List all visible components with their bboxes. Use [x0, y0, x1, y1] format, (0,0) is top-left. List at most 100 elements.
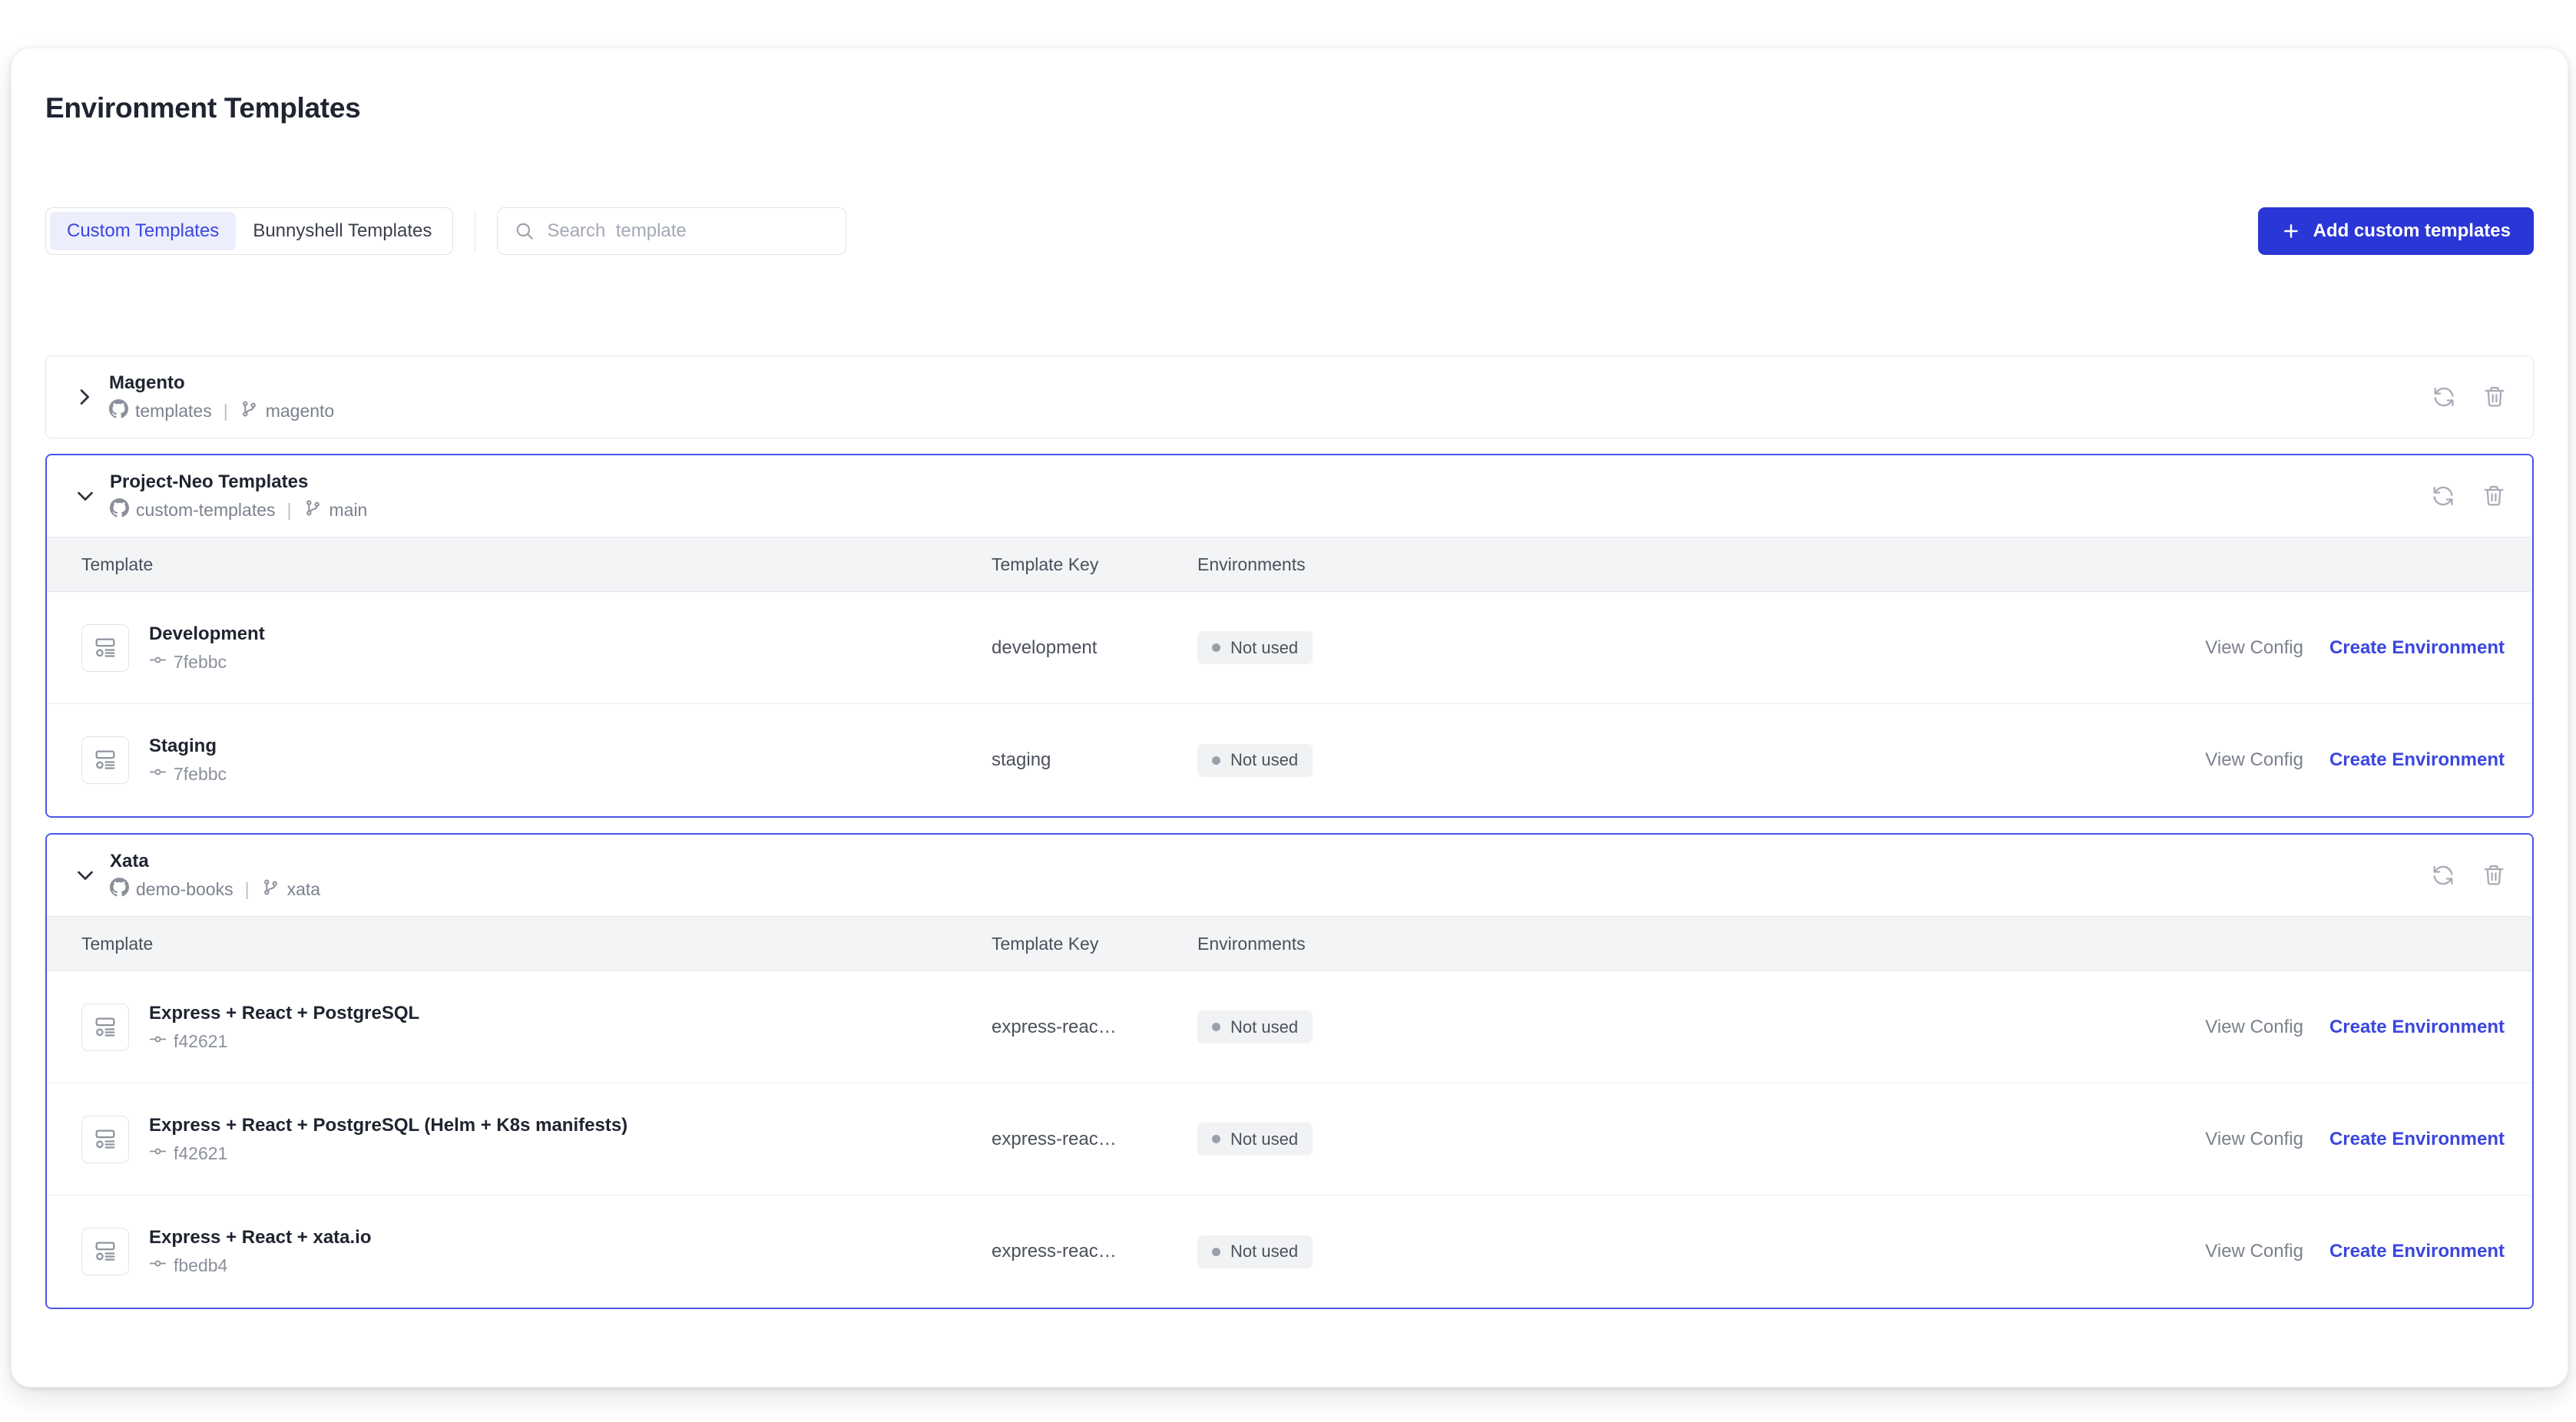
status-dot-icon	[1212, 1135, 1220, 1143]
template-group-header[interactable]: Project-Neo Templates custom-templates |	[47, 455, 2532, 537]
template-key: express-reac…	[992, 1241, 1117, 1262]
plus-icon	[2281, 221, 2301, 241]
view-config-link[interactable]: View Config	[2205, 749, 2303, 771]
add-custom-templates-button[interactable]: Add custom templates	[2258, 207, 2534, 255]
column-header-template: Template	[47, 934, 992, 954]
template-icon	[81, 1116, 129, 1163]
status-badge: Not used	[1197, 1123, 1313, 1156]
create-environment-link[interactable]: Create Environment	[2329, 1017, 2505, 1038]
chevron-right-icon[interactable]	[68, 385, 101, 408]
group-source-info: templates | magento	[109, 399, 2432, 423]
status-badge: Not used	[1197, 744, 1313, 777]
group-header-actions	[2431, 484, 2506, 508]
table-row[interactable]: Express + React + xata.iofbedb4express-r…	[47, 1195, 2532, 1308]
commit-icon	[149, 1255, 167, 1277]
template-key-cell: express-reac…	[992, 1241, 1197, 1262]
refresh-icon[interactable]	[2432, 385, 2456, 409]
template-cell: Express + React + PostgreSQL f42621	[47, 1002, 992, 1053]
group-name: Magento	[109, 372, 2432, 395]
group-repo: custom-templates	[136, 500, 276, 521]
template-key-cell: express-reac…	[992, 1129, 1197, 1150]
environments-cell: Not used	[1197, 1235, 1627, 1268]
row-actions: View Config Create Environment	[1627, 749, 2532, 771]
group-separator: |	[245, 879, 250, 900]
template-name: Express + React + PostgreSQL	[149, 1003, 419, 1024]
status-dot-icon	[1212, 1248, 1220, 1256]
template-source-tabs: Custom Templates Bunnyshell Templates	[45, 207, 453, 255]
template-cell: Express + React + PostgreSQL (Helm + K8s…	[47, 1114, 992, 1165]
refresh-icon[interactable]	[2431, 863, 2455, 888]
template-group-magento: Magento templates |	[45, 356, 2534, 438]
create-environment-link[interactable]: Create Environment	[2329, 637, 2505, 659]
chevron-down-icon[interactable]	[68, 864, 102, 887]
view-config-link[interactable]: View Config	[2205, 637, 2303, 659]
tab-custom-templates[interactable]: Custom Templates	[50, 212, 236, 250]
row-actions: View Config Create Environment	[1627, 1241, 2532, 1262]
chevron-down-icon[interactable]	[68, 484, 102, 508]
table-row[interactable]: Development7febbcdevelopmentNot usedView…	[47, 592, 2532, 704]
github-icon	[110, 498, 129, 522]
row-actions: View Config Create Environment	[1627, 1129, 2532, 1150]
template-icon	[81, 624, 129, 672]
status-badge: Not used	[1197, 631, 1313, 664]
template-commit-hash: 7febbc	[174, 764, 227, 785]
group-meta: Xata demo-books | xa	[102, 850, 2431, 901]
trash-icon[interactable]	[2482, 863, 2506, 888]
environments-cell: Not used	[1197, 1010, 1627, 1043]
template-group-header[interactable]: Magento templates |	[46, 356, 2533, 438]
search-box[interactable]	[497, 207, 846, 255]
group-header-actions	[2431, 863, 2506, 888]
template-commit: f42621	[149, 1030, 419, 1053]
template-groups-list: Magento templates |	[45, 356, 2534, 1324]
search-input[interactable]	[547, 220, 800, 242]
template-group-project-neo-templates: Project-Neo Templates custom-templates |	[45, 454, 2534, 818]
group-separator: |	[223, 401, 228, 422]
template-key: development	[992, 637, 1097, 658]
create-environment-link[interactable]: Create Environment	[2329, 1241, 2505, 1262]
group-name: Project-Neo Templates	[110, 471, 2431, 494]
template-key-cell: express-reac…	[992, 1017, 1197, 1038]
template-commit: f42621	[149, 1143, 627, 1165]
templates-table-header: TemplateTemplate KeyEnvironments	[47, 537, 2532, 592]
status-badge-label: Not used	[1230, 1129, 1298, 1149]
tab-bunnyshell-templates[interactable]: Bunnyshell Templates	[236, 212, 449, 250]
status-badge: Not used	[1197, 1010, 1313, 1043]
create-environment-link[interactable]: Create Environment	[2329, 749, 2505, 771]
template-group-header[interactable]: Xata demo-books | xa	[47, 835, 2532, 916]
environments-cell: Not used	[1197, 631, 1627, 664]
trash-icon[interactable]	[2482, 484, 2506, 508]
table-row[interactable]: Express + React + PostgreSQL f42621 expres…	[47, 971, 2532, 1083]
view-config-link[interactable]: View Config	[2205, 1241, 2303, 1262]
template-name: Express + React + PostgreSQL (Helm + K8s…	[149, 1115, 627, 1136]
git-branch-icon	[303, 498, 323, 522]
template-name: Staging	[149, 736, 217, 756]
status-dot-icon	[1212, 1023, 1220, 1031]
commit-icon	[149, 763, 167, 785]
column-header-environments: Environments	[1197, 554, 1627, 575]
group-separator: |	[287, 500, 292, 521]
toolbar: Custom Templates Bunnyshell Templates	[45, 207, 2534, 255]
refresh-icon[interactable]	[2431, 484, 2455, 508]
column-header-template-key: Template Key	[992, 554, 1197, 575]
commit-icon	[149, 1143, 167, 1165]
group-branch: magento	[266, 401, 335, 422]
template-commit: fbedb4	[149, 1255, 372, 1277]
template-icon	[81, 1004, 129, 1051]
environments-cell: Not used	[1197, 1123, 1627, 1156]
template-cell: Staging 7febbc	[47, 735, 992, 785]
table-row[interactable]: Staging7febbcstagingNot usedView ConfigC…	[47, 704, 2532, 816]
template-commit-hash: 7febbc	[174, 652, 227, 673]
template-commit: 7febbc	[149, 763, 227, 785]
templates-table-header: TemplateTemplate KeyEnvironments	[47, 916, 2532, 971]
group-branch: main	[329, 500, 368, 521]
create-environment-link[interactable]: Create Environment	[2329, 1129, 2505, 1150]
git-branch-icon	[240, 399, 259, 423]
view-config-link[interactable]: View Config	[2205, 1129, 2303, 1150]
template-commit-hash: f42621	[174, 1031, 227, 1052]
commit-icon	[149, 1030, 167, 1053]
table-row[interactable]: Express + React + PostgreSQL (Helm + K8s…	[47, 1083, 2532, 1195]
template-key: express-reac…	[992, 1017, 1117, 1037]
status-dot-icon	[1212, 643, 1220, 652]
view-config-link[interactable]: View Config	[2205, 1017, 2303, 1038]
trash-icon[interactable]	[2482, 385, 2507, 409]
